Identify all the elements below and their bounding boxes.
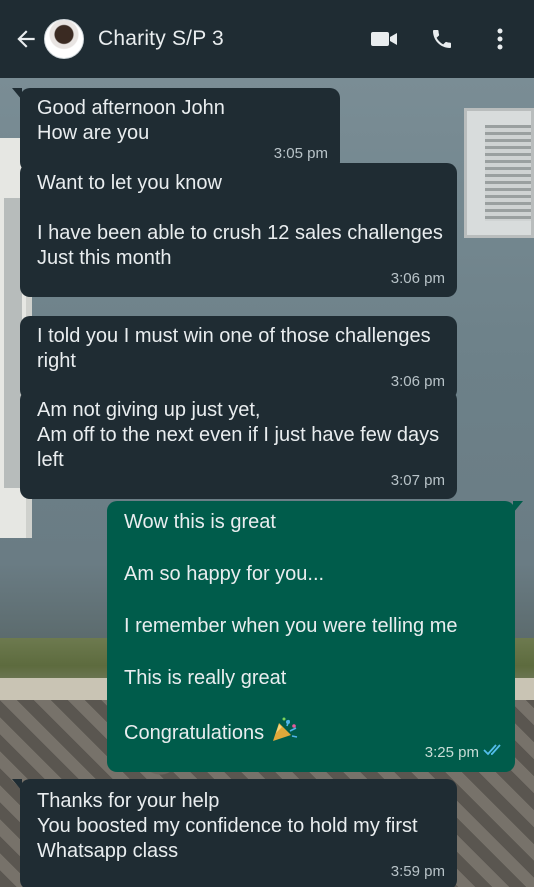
confetti-icon bbox=[270, 717, 300, 750]
message-text: Am not giving up just yet, Am off to the… bbox=[37, 399, 440, 471]
message-text-content: Wow this is great Am so happy for you...… bbox=[124, 511, 458, 744]
incoming-message[interactable]: Am not giving up just yet, Am off to the… bbox=[20, 390, 457, 499]
header-actions bbox=[366, 21, 518, 57]
message-text: Good afternoon John How are you bbox=[37, 97, 225, 144]
incoming-message[interactable]: Want to let you know I have been able to… bbox=[20, 163, 457, 297]
bubble-tail bbox=[513, 501, 523, 513]
incoming-message[interactable]: I told you I must win one of those chall… bbox=[20, 316, 457, 400]
message-time: 3:06 pm bbox=[390, 270, 445, 287]
message-text: Thanks for your help You boosted my conf… bbox=[37, 790, 418, 862]
bubble-tail bbox=[12, 88, 22, 100]
avatar[interactable] bbox=[44, 19, 84, 59]
incoming-message[interactable]: Thanks for your help You boosted my conf… bbox=[12, 779, 457, 887]
chat-header: Charity S/P 3 bbox=[0, 0, 534, 78]
more-options-icon[interactable] bbox=[482, 21, 518, 57]
incoming-message[interactable]: Good afternoon John How are you 3:05 pm bbox=[12, 88, 340, 172]
message-time: 3:25 pm bbox=[424, 744, 479, 761]
wallpaper-ac-unit bbox=[464, 108, 534, 238]
read-receipt-icon bbox=[483, 738, 505, 764]
video-call-icon[interactable] bbox=[366, 21, 402, 57]
message-time: 3:07 pm bbox=[390, 472, 445, 489]
message-text: Want to let you know I have been able to… bbox=[37, 172, 443, 269]
message-text: Wow this is great Am so happy for you...… bbox=[124, 509, 503, 750]
voice-call-icon[interactable] bbox=[424, 21, 460, 57]
outgoing-message[interactable]: Wow this is great Am so happy for you...… bbox=[107, 501, 523, 772]
bubble-tail bbox=[12, 779, 22, 791]
back-arrow-icon[interactable] bbox=[6, 19, 46, 59]
message-time: 3:59 pm bbox=[390, 863, 445, 880]
contact-name[interactable]: Charity S/P 3 bbox=[98, 27, 224, 51]
message-text: I told you I must win one of those chall… bbox=[37, 325, 431, 372]
